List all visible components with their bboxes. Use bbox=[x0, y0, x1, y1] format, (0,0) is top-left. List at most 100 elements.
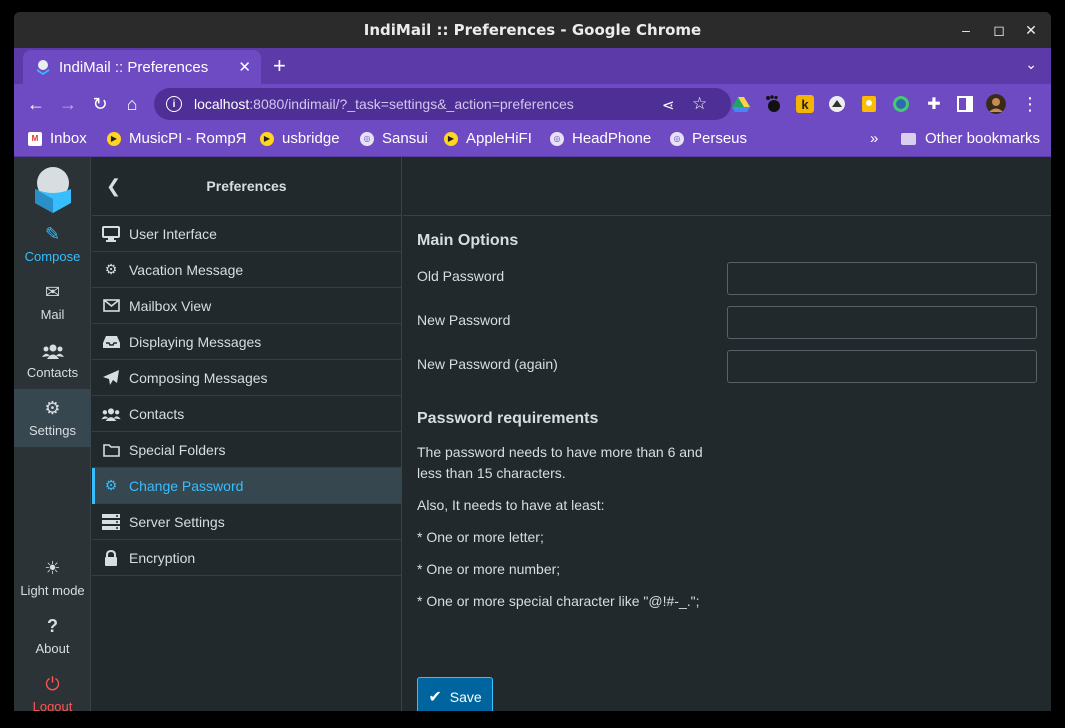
nav-settings[interactable]: ⚙ Settings bbox=[14, 389, 91, 447]
nav-compose[interactable]: ✎ Compose bbox=[14, 215, 91, 273]
bookmark-musicpi[interactable]: ▶ MusicPI - RompЯ bbox=[107, 130, 247, 147]
compose-icon: ✎ bbox=[44, 224, 61, 244]
new-password-input[interactable] bbox=[727, 306, 1037, 339]
profile-avatar-icon[interactable] bbox=[986, 94, 1006, 114]
nav-mail[interactable]: ✉ Mail bbox=[14, 273, 91, 331]
bookmark-label: AppleHiFI bbox=[466, 130, 532, 147]
nav-contacts-label: Contacts bbox=[26, 364, 79, 380]
settings-item-label: User Interface bbox=[129, 225, 217, 242]
sync-extension-icon[interactable] bbox=[828, 95, 846, 113]
back-button[interactable]: ← bbox=[24, 92, 48, 116]
settings-item-change-password[interactable]: ⚙ Change Password bbox=[92, 468, 401, 504]
bookmark-applehifi[interactable]: ▶ AppleHiFI bbox=[444, 130, 532, 147]
settings-panel-header: ❮ Preferences bbox=[92, 157, 401, 216]
minimize-button[interactable]: – bbox=[949, 12, 983, 48]
settings-item-server-settings[interactable]: Server Settings bbox=[92, 504, 401, 540]
gear-icon: ⚙ bbox=[104, 261, 118, 277]
chevron-left-icon[interactable]: ❮ bbox=[106, 176, 121, 197]
bookmark-usbridge[interactable]: ▶ usbridge bbox=[260, 130, 340, 147]
new-password-again-input[interactable] bbox=[727, 350, 1037, 383]
bookmark-sansui[interactable]: ◎ Sansui bbox=[360, 130, 428, 147]
gnome-extension-icon[interactable] bbox=[764, 95, 782, 113]
envelope-icon: ✉ bbox=[44, 282, 61, 302]
forward-button[interactable]: → bbox=[56, 92, 80, 116]
gear-icon: ⚙ bbox=[44, 398, 61, 418]
settings-item-label: Vacation Message bbox=[129, 261, 244, 278]
other-bookmarks-label: Other bookmarks bbox=[925, 130, 1041, 147]
url-path: :8080/indimail/?_task=settings&_action=p… bbox=[249, 96, 574, 112]
close-window-button[interactable]: ✕ bbox=[1014, 12, 1048, 48]
tab-search-button[interactable]: ⌄ bbox=[1025, 56, 1037, 73]
tab-close-button[interactable]: ✕ bbox=[238, 58, 251, 76]
google-drive-icon[interactable] bbox=[732, 95, 750, 113]
new-tab-button[interactable]: + bbox=[273, 54, 286, 78]
side-panel-icon[interactable] bbox=[956, 95, 974, 113]
bookmark-perseus[interactable]: ◎ Perseus bbox=[670, 130, 747, 147]
share-icon[interactable]: ⋖ bbox=[662, 96, 675, 114]
envelope-icon bbox=[101, 299, 121, 312]
settings-item-label: Change Password bbox=[129, 477, 244, 494]
new-password-again-label: New Password (again) bbox=[417, 356, 558, 372]
paper-plane-icon bbox=[101, 369, 121, 386]
settings-item-label: Special Folders bbox=[129, 441, 226, 458]
settings-item-contacts[interactable]: Contacts bbox=[92, 396, 401, 432]
save-button-label: Save bbox=[449, 689, 482, 705]
users-icon bbox=[41, 341, 64, 361]
settings-sections-panel: ❮ Preferences User Interface ⚙ Vacation … bbox=[92, 157, 402, 711]
settings-item-encryption[interactable]: Encryption bbox=[92, 540, 401, 576]
globe-icon: ◎ bbox=[550, 131, 564, 146]
compass-extension-icon[interactable] bbox=[892, 95, 910, 113]
power-icon: ⏻ bbox=[45, 674, 60, 694]
nav-mail-label: Mail bbox=[40, 306, 65, 322]
bookmark-star-icon[interactable]: ☆ bbox=[692, 94, 707, 114]
new-password-label: New Password bbox=[417, 312, 511, 328]
bookmark-label: usbridge bbox=[282, 130, 340, 147]
folder-icon bbox=[101, 443, 121, 457]
preferences-content: Main Options Old Password New Password N… bbox=[403, 157, 1051, 711]
users-icon bbox=[101, 407, 121, 421]
bookmark-label: MusicPI - RompЯ bbox=[129, 130, 247, 147]
tab-indimail-preferences[interactable]: IndiMail :: Preferences ✕ bbox=[23, 50, 261, 84]
home-button[interactable]: ⌂ bbox=[120, 92, 144, 116]
play-icon: ▶ bbox=[260, 131, 274, 146]
k-extension-icon[interactable]: k bbox=[796, 95, 814, 113]
nav-about[interactable]: ? About bbox=[14, 607, 91, 665]
nav-light-mode[interactable]: ☀ Light mode bbox=[14, 549, 91, 607]
content-header bbox=[403, 157, 1051, 216]
settings-item-user-interface[interactable]: User Interface bbox=[92, 216, 401, 252]
window-titlebar: IndiMail :: Preferences - Google Chrome … bbox=[14, 12, 1051, 48]
bookmark-inbox[interactable]: M Inbox bbox=[28, 130, 87, 147]
settings-item-composing-messages[interactable]: Composing Messages bbox=[92, 360, 401, 396]
settings-item-vacation-message[interactable]: ⚙ Vacation Message bbox=[92, 252, 401, 288]
roundcube-logo-icon[interactable] bbox=[27, 163, 79, 215]
roundcube-favicon-icon bbox=[37, 60, 49, 75]
extensions-puzzle-icon[interactable]: ✚ bbox=[922, 92, 946, 116]
requirements-text-line: * One or more number; bbox=[417, 561, 561, 577]
gmail-icon: M bbox=[28, 131, 42, 146]
chrome-menu-button[interactable]: ⋮ bbox=[1018, 92, 1042, 116]
site-info-icon[interactable]: i bbox=[166, 96, 182, 112]
url-host: localhost bbox=[194, 96, 250, 112]
other-bookmarks[interactable]: Other bookmarks bbox=[901, 130, 1040, 147]
requirements-text-line: less than 15 characters. bbox=[417, 465, 566, 481]
server-icon bbox=[101, 513, 121, 530]
save-button[interactable]: ✔ Save bbox=[417, 677, 493, 711]
nav-contacts[interactable]: Contacts bbox=[14, 331, 91, 389]
bookmark-headphone[interactable]: ◎ HeadPhone bbox=[550, 130, 651, 147]
settings-item-displaying-messages[interactable]: Displaying Messages bbox=[92, 324, 401, 360]
maximize-button[interactable]: ◻ bbox=[982, 12, 1016, 48]
old-password-input[interactable] bbox=[727, 262, 1037, 295]
tab-title: IndiMail :: Preferences bbox=[59, 58, 209, 76]
nav-settings-label: Settings bbox=[29, 422, 76, 438]
keep-extension-icon[interactable] bbox=[860, 95, 878, 113]
settings-item-mailbox-view[interactable]: Mailbox View bbox=[92, 288, 401, 324]
play-icon: ▶ bbox=[444, 131, 458, 146]
bookmark-label: Perseus bbox=[692, 130, 748, 147]
requirements-text-line: Also, It needs to have at least: bbox=[417, 497, 605, 513]
bookmarks-overflow-button[interactable]: » bbox=[870, 130, 878, 147]
settings-item-special-folders[interactable]: Special Folders bbox=[92, 432, 401, 468]
address-bar[interactable]: i localhost:8080/indimail/?_task=setting… bbox=[154, 88, 731, 120]
nav-logout[interactable]: ⏻ Logout bbox=[14, 665, 91, 711]
reload-button[interactable]: ↻ bbox=[88, 92, 112, 116]
password-requirements-legend: Password requirements bbox=[417, 410, 599, 427]
